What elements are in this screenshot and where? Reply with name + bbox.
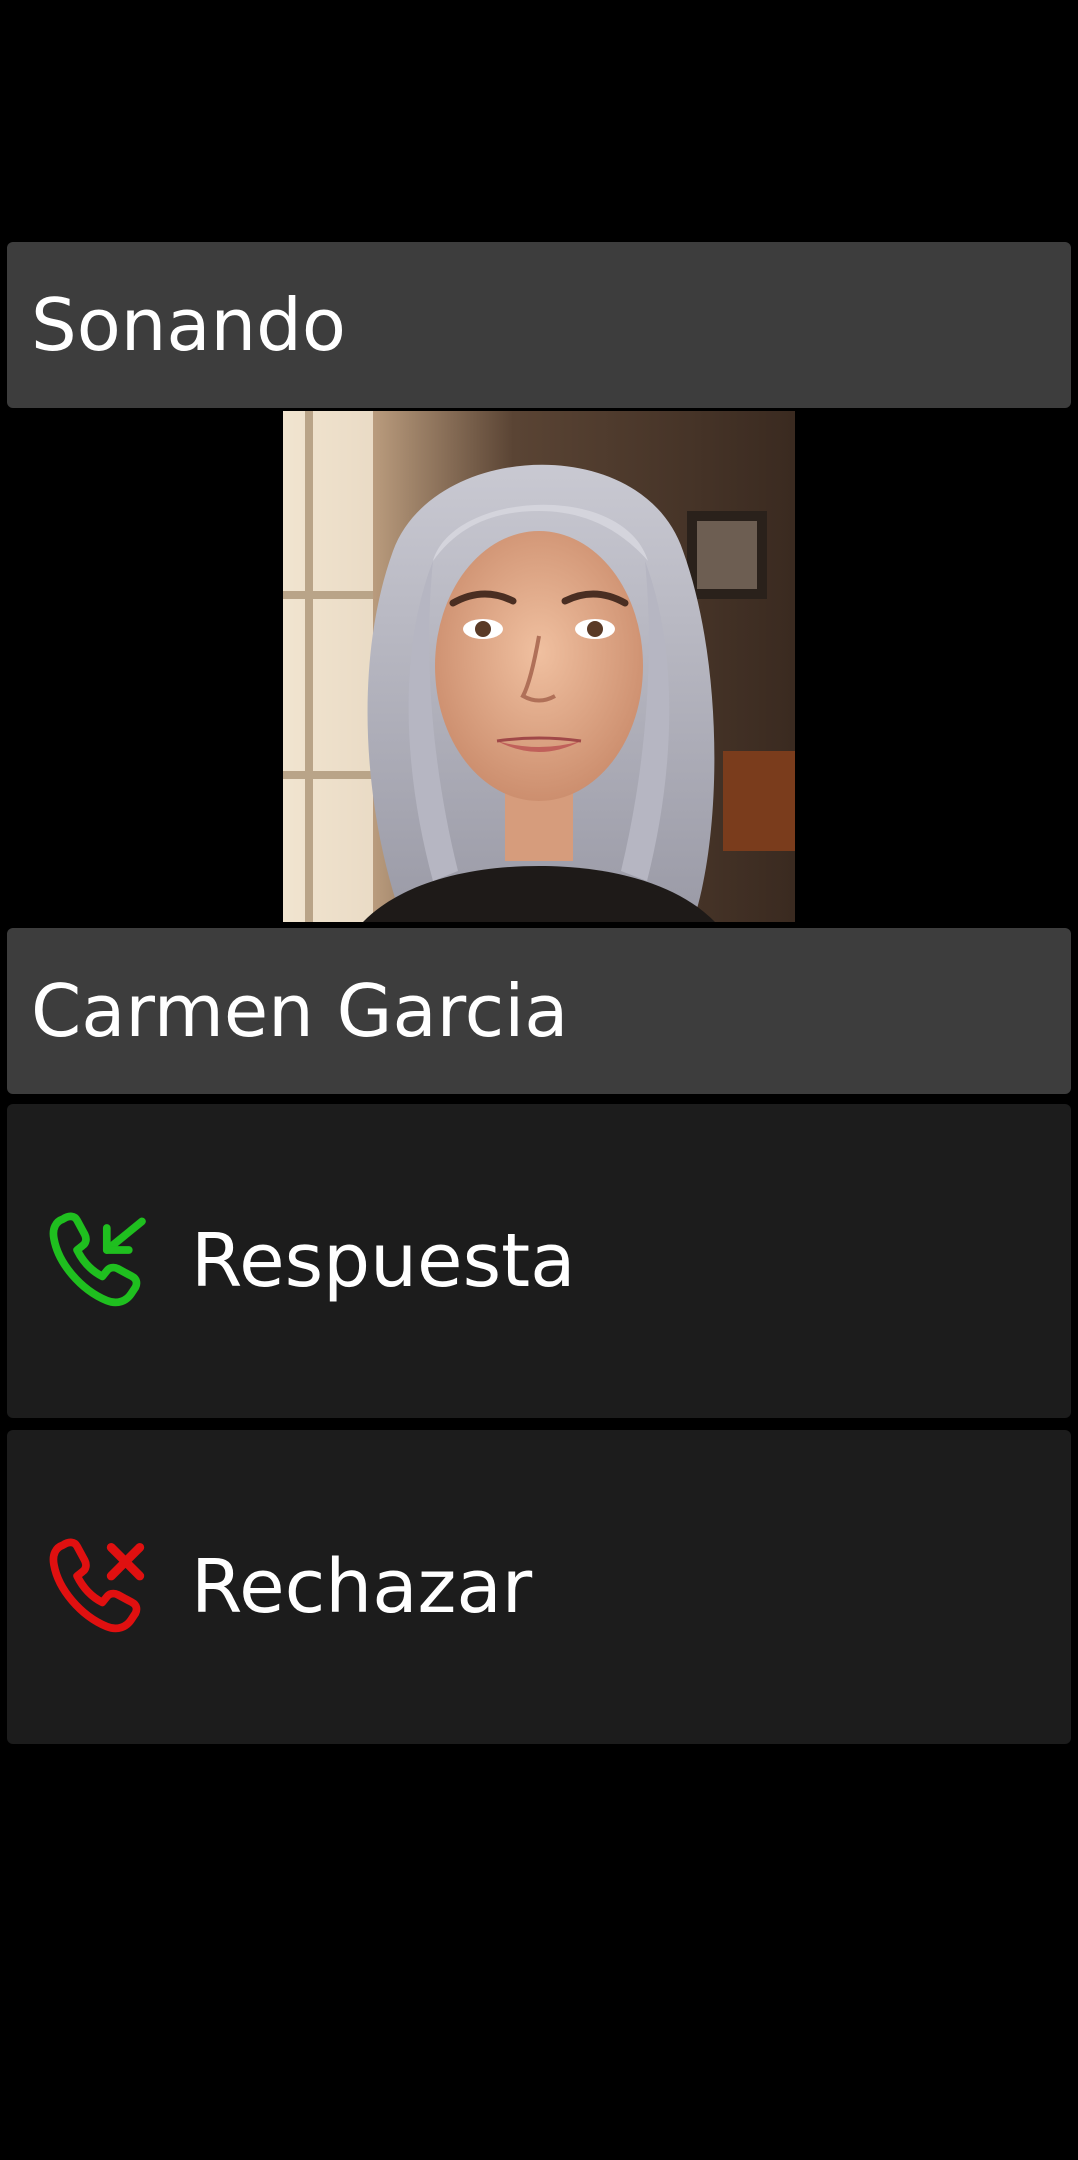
- caller-name-bar: Carmen Garcia: [7, 928, 1071, 1094]
- answer-button[interactable]: Respuesta: [7, 1104, 1071, 1418]
- reject-call-icon: [43, 1532, 153, 1642]
- call-status-bar: Sonando: [7, 242, 1071, 408]
- caller-name: Carmen Garcia: [31, 969, 569, 1053]
- incoming-call-icon: [43, 1206, 153, 1316]
- answer-label: Respuesta: [191, 1218, 576, 1304]
- caller-photo: [283, 411, 795, 922]
- reject-button[interactable]: Rechazar: [7, 1430, 1071, 1744]
- call-status-text: Sonando: [31, 283, 346, 367]
- reject-label: Rechazar: [191, 1544, 533, 1630]
